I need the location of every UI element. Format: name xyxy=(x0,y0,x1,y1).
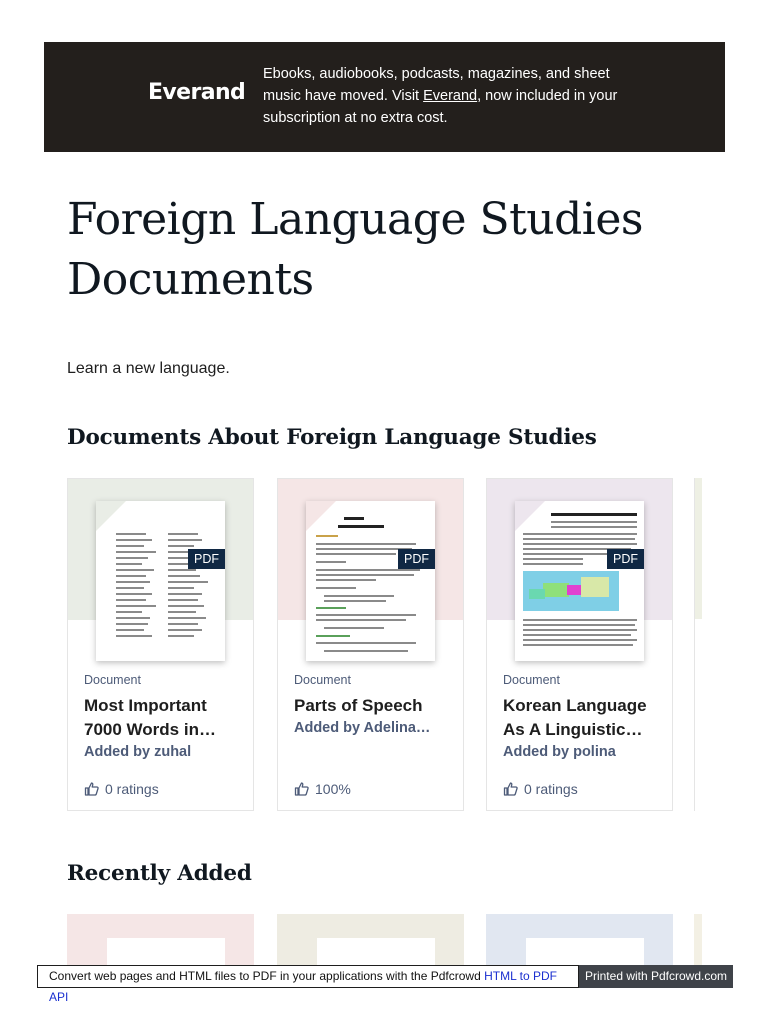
pdf-badge: PDF xyxy=(607,549,644,569)
rating-value: 0 ratings xyxy=(105,781,159,797)
recent-card-peek[interactable] xyxy=(694,914,702,969)
card-thumbnail[interactable]: PDF xyxy=(278,479,463,661)
pdf-badge: PDF xyxy=(188,549,225,569)
section-title-documents: Documents About Foreign Language Studies xyxy=(67,425,597,450)
thumbs-up-icon xyxy=(294,782,309,796)
everand-link[interactable]: Everand xyxy=(423,88,477,104)
card-thumbnail[interactable]: PDF xyxy=(487,479,672,661)
pdfcrowd-footer: Convert web pages and HTML files to PDF … xyxy=(37,965,733,1004)
banner-message: Ebooks, audiobooks, podcasts, magazines,… xyxy=(263,63,633,129)
section-title-recent: Recently Added xyxy=(67,861,252,886)
pdf-badge: PDF xyxy=(398,549,435,569)
thumbs-up-icon xyxy=(84,782,99,796)
document-preview: PDF xyxy=(515,501,644,661)
rating-value: 0 ratings xyxy=(524,781,578,797)
card-thumbnail[interactable]: PDF xyxy=(68,479,253,661)
rating-value: 100% xyxy=(315,781,351,797)
card-rating: 0 ratings xyxy=(84,781,159,797)
card-type: Document xyxy=(503,673,560,687)
document-preview: PDF xyxy=(96,501,225,661)
card-title[interactable]: Most Important 7000 Words in… xyxy=(84,694,244,742)
everand-logo[interactable]: Everand xyxy=(148,80,246,105)
card-author: Added by polina xyxy=(503,744,616,760)
everand-banner: Everand Ebooks, audiobooks, podcasts, ma… xyxy=(44,42,725,152)
card-title[interactable]: Korean Language As A Linguistic… xyxy=(503,694,663,742)
card-rating: 0 ratings xyxy=(503,781,578,797)
card-author: Added by Adelina… xyxy=(294,720,431,736)
recent-carousel xyxy=(67,914,702,969)
page-title: Foreign Language Studies Documents xyxy=(67,194,643,305)
recent-card-thumbnail[interactable] xyxy=(486,914,673,969)
pdfcrowd-message: Convert web pages and HTML files to PDF … xyxy=(37,965,579,1004)
card-rating: 100% xyxy=(294,781,351,797)
map-illustration xyxy=(523,571,619,611)
next-card-peek[interactable] xyxy=(694,478,702,811)
pdfcrowd-text: Convert web pages and HTML files to PDF … xyxy=(49,969,485,983)
page-subtitle: Learn a new language. xyxy=(67,360,230,377)
document-preview: PDF xyxy=(306,501,435,661)
document-card[interactable]: PDF Document Parts of Speech Added by Ad… xyxy=(277,478,464,811)
document-card[interactable]: PDF Document Korean Language As A Lingui… xyxy=(486,478,673,811)
document-card[interactable]: PDF Document Most Important 7000 Words i… xyxy=(67,478,254,811)
documents-carousel: PDF Document Most Important 7000 Words i… xyxy=(67,478,702,812)
thumbs-up-icon xyxy=(503,782,518,796)
recent-card-thumbnail[interactable] xyxy=(277,914,464,969)
card-type: Document xyxy=(294,673,351,687)
printed-with-pdfcrowd[interactable]: Printed with Pdfcrowd.com xyxy=(579,965,733,988)
card-title[interactable]: Parts of Speech xyxy=(294,694,454,718)
card-author: Added by zuhal xyxy=(84,744,192,760)
card-type: Document xyxy=(84,673,141,687)
recent-card-thumbnail[interactable] xyxy=(67,914,254,969)
